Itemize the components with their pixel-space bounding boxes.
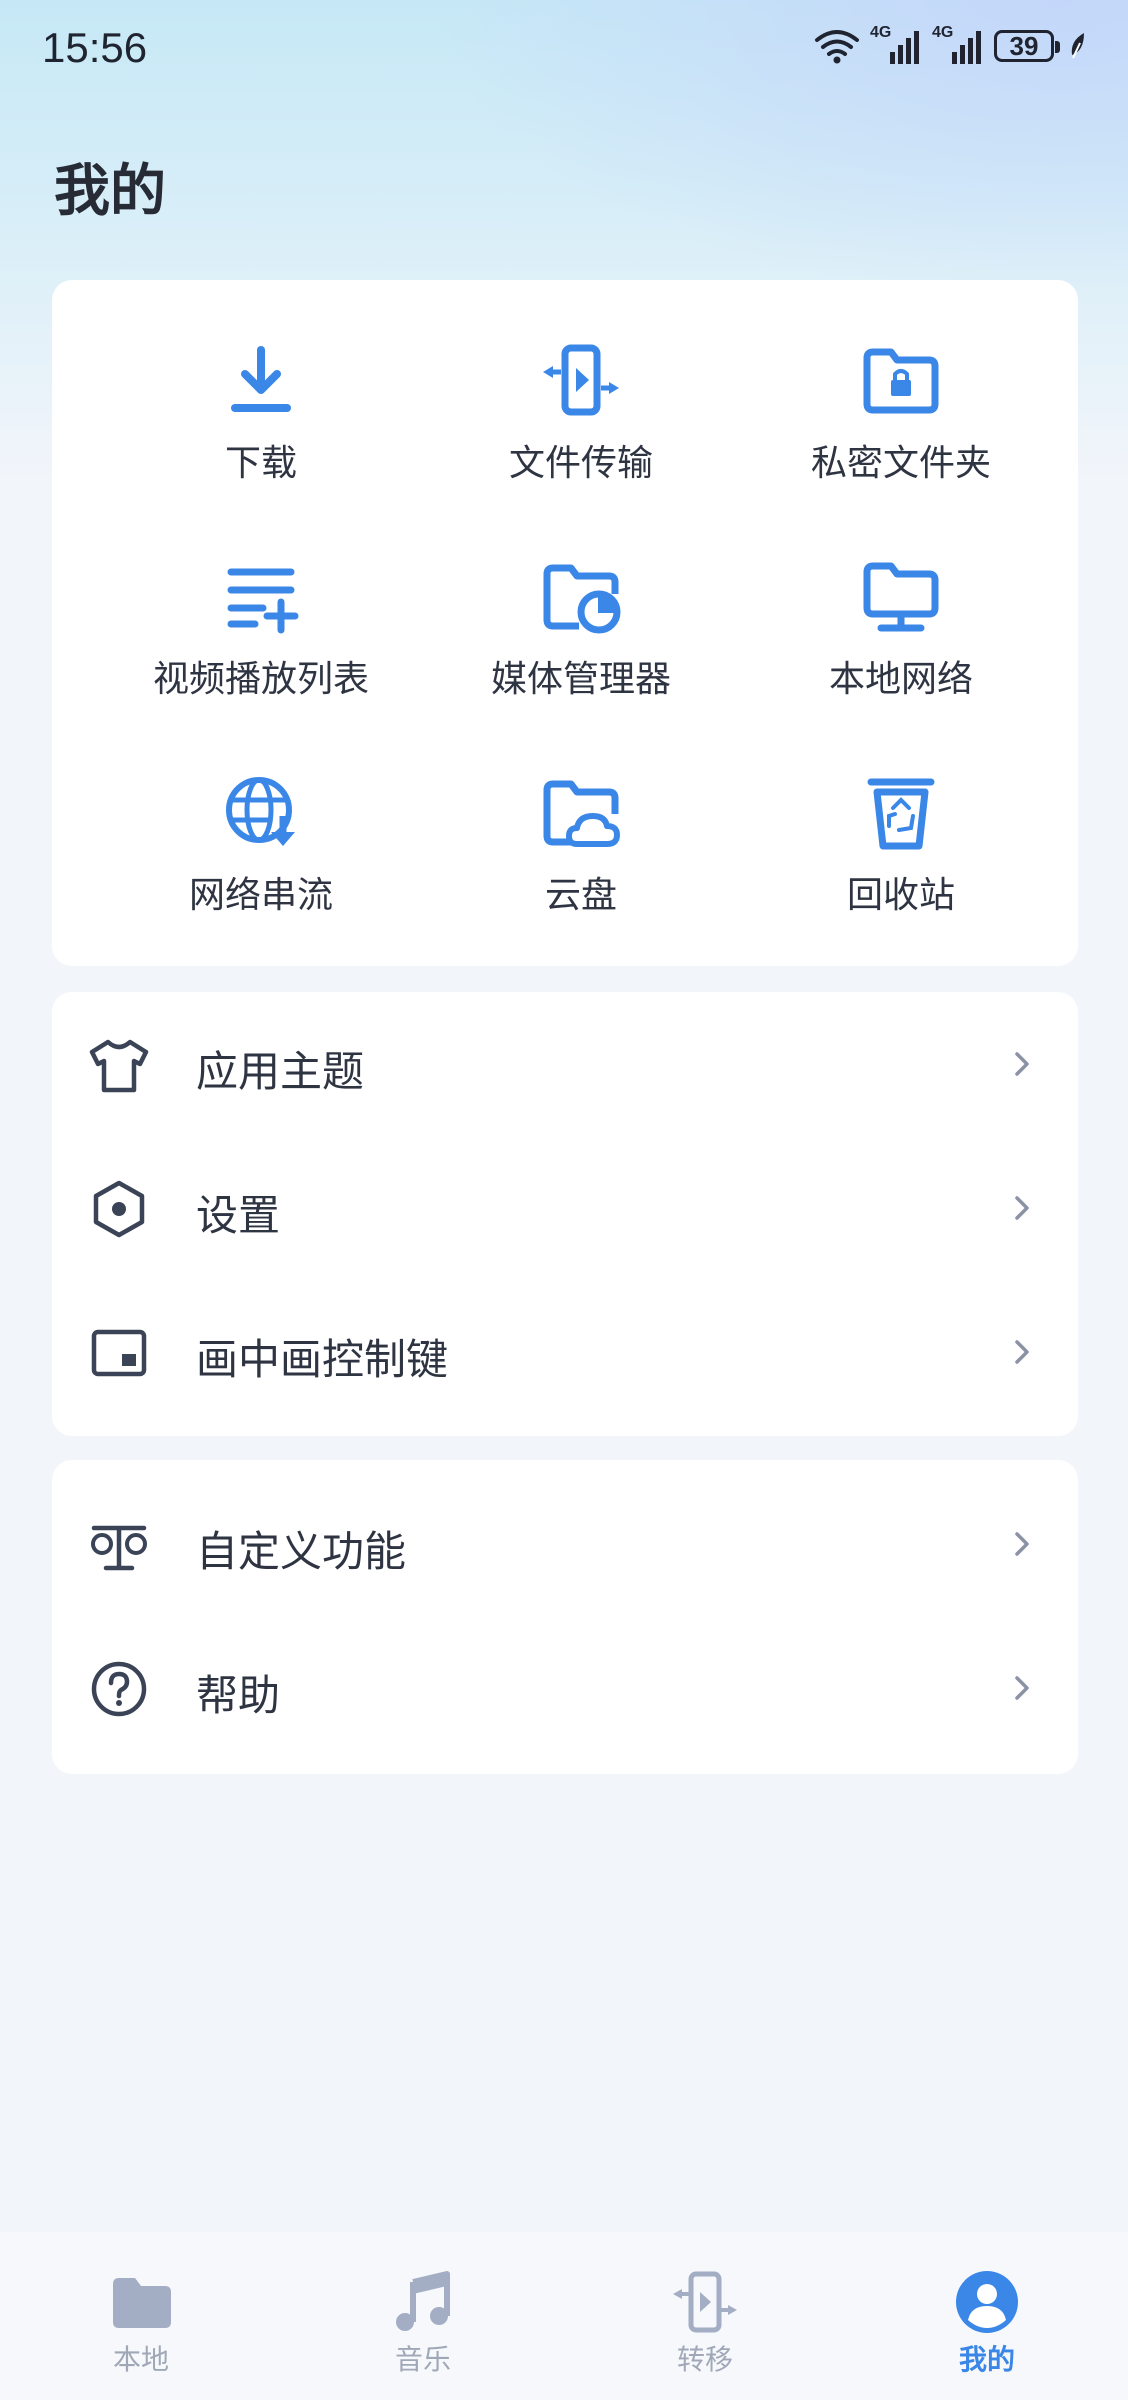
recycle-bin-icon [867, 778, 935, 850]
shirt-icon [89, 1039, 149, 1093]
nav-label: 我的 [958, 2343, 1015, 2376]
feature-grid-card: 下载 文件传输 私密文件夹 视频播放列表 媒体管理器 本地网络 网络串流 云盘 … [52, 280, 1078, 966]
nav-label: 转移 [676, 2343, 733, 2376]
hexagon-gear-icon [93, 1180, 145, 1238]
file-transfer-icon [543, 344, 619, 416]
grid-item-label: 文件传输 [508, 443, 653, 484]
row-label: 应用主题 [196, 1047, 365, 1096]
grid-item-local-network[interactable]: 本地网络 [741, 536, 1061, 706]
row-settings[interactable]: 设置 [52, 1136, 1078, 1276]
chevron-right-icon [1015, 1532, 1029, 1556]
private-folder-icon [863, 348, 939, 414]
transfer-icon [673, 2271, 737, 2333]
row-help[interactable]: 帮助 [52, 1616, 1078, 1756]
grid-item-recycle-bin[interactable]: 回收站 [741, 752, 1061, 922]
network-stream-icon [226, 777, 295, 846]
row-pip-controls[interactable]: 画中画控制键 [52, 1280, 1078, 1420]
signal-icon-1: 4G [870, 24, 922, 64]
grid-item-label: 云盘 [544, 875, 617, 916]
profile-icon [956, 2271, 1018, 2333]
grid-item-label: 视频播放列表 [152, 659, 369, 700]
battery-indicator: 39 [994, 30, 1060, 62]
more-card: 自定义功能 帮助 [52, 1460, 1078, 1774]
leaf-icon [1071, 33, 1084, 59]
grid-item-label: 下载 [224, 443, 297, 484]
local-network-icon [863, 562, 939, 632]
balance-icon [91, 1525, 147, 1571]
settings-card: 应用主题 设置 画中画控制键 [52, 992, 1078, 1436]
grid-item-label: 回收站 [846, 875, 955, 916]
chevron-right-icon [1015, 1340, 1029, 1364]
chevron-right-icon [1015, 1196, 1029, 1220]
grid-item-network-stream[interactable]: 网络串流 [101, 752, 421, 922]
nav-tab-transfer[interactable]: 转移 [564, 2232, 846, 2400]
grid-item-label: 本地网络 [828, 659, 973, 700]
signal-icon-2: 4G [932, 24, 984, 64]
folder-icon [113, 2278, 171, 2328]
nav-tab-music[interactable]: 音乐 [282, 2232, 564, 2400]
row-label: 设置 [196, 1191, 281, 1240]
status-bar: 15:56 4G 4G 39 [0, 0, 1128, 100]
chevron-right-icon [1015, 1052, 1029, 1076]
grid-item-download[interactable]: 下载 [101, 320, 421, 490]
download-icon [231, 346, 291, 412]
bottom-nav: 本地 音乐 转移 我的 [0, 2232, 1128, 2400]
grid-item-label: 媒体管理器 [490, 659, 671, 700]
pip-icon [91, 1329, 147, 1377]
chevron-right-icon [1015, 1676, 1029, 1700]
media-manager-icon [543, 564, 621, 634]
help-icon [91, 1661, 147, 1717]
grid-item-file-transfer[interactable]: 文件传输 [421, 320, 741, 490]
playlist-icon [227, 568, 299, 634]
wifi-icon [815, 30, 859, 64]
cloud-drive-icon [543, 780, 620, 847]
grid-item-cloud-drive[interactable]: 云盘 [421, 752, 741, 922]
row-label: 帮助 [196, 1671, 281, 1720]
row-label: 自定义功能 [196, 1527, 407, 1576]
grid-item-playlist[interactable]: 视频播放列表 [101, 536, 421, 706]
status-icons: 4G 4G 39 [814, 24, 1088, 64]
music-icon [396, 2271, 450, 2331]
grid-item-media-manager[interactable]: 媒体管理器 [421, 536, 741, 706]
nav-tab-local[interactable]: 本地 [0, 2232, 282, 2400]
page-title: 我的 [54, 159, 166, 224]
status-time: 15:56 [42, 24, 148, 71]
nav-tab-profile[interactable]: 我的 [846, 2232, 1128, 2400]
grid-item-label: 网络串流 [188, 875, 333, 916]
nav-label: 本地 [112, 2343, 169, 2376]
grid-item-label: 私密文件夹 [810, 443, 991, 484]
row-label: 画中画控制键 [196, 1335, 449, 1384]
grid-item-private-folder[interactable]: 私密文件夹 [741, 320, 1061, 490]
nav-label: 音乐 [394, 2343, 451, 2376]
row-app-theme[interactable]: 应用主题 [52, 992, 1078, 1132]
row-custom-features[interactable]: 自定义功能 [52, 1472, 1078, 1612]
